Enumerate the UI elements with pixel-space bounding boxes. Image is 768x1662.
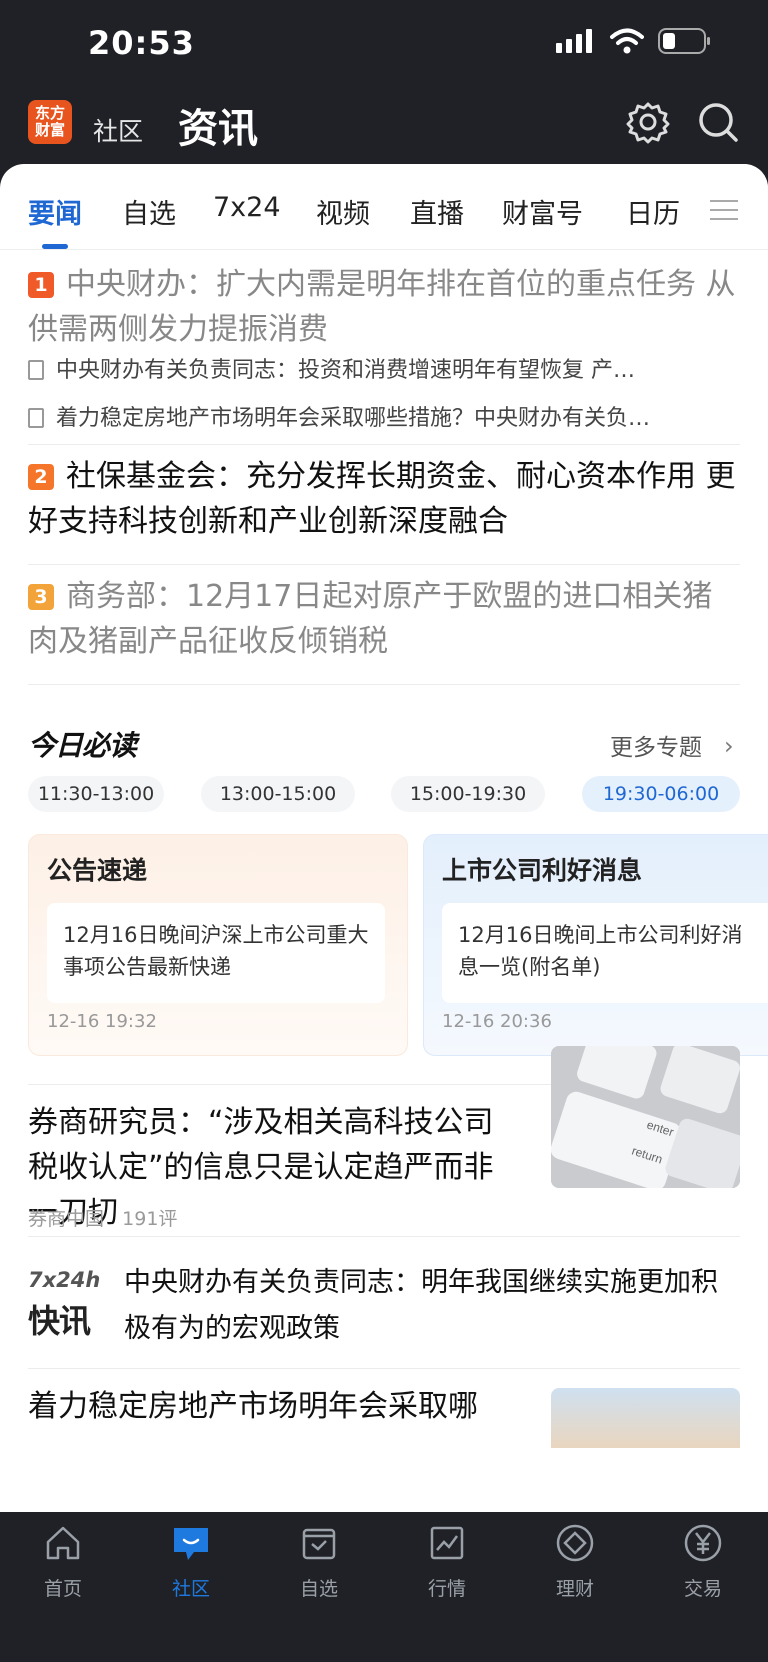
article-2-image[interactable] — [551, 1388, 740, 1448]
search-icon[interactable] — [696, 100, 740, 144]
tab-video[interactable]: 视频 — [316, 192, 370, 231]
article-comments: 191评 — [122, 1208, 178, 1230]
rank-badge-2: 2 — [28, 464, 54, 490]
bottom-nav: 首页 社区 自选 行情 理财 交易 — [0, 1512, 768, 1662]
tab-7x24[interactable]: 7x24 — [213, 192, 281, 223]
bag-check-icon — [302, 1528, 336, 1560]
card-title: 上市公司利好消息 — [442, 856, 643, 885]
sub-text: 中央财办有关负责同志：投资和消费增速明年有望恢复 产… — [56, 358, 635, 383]
app-logo[interactable]: 东方财富 — [28, 100, 72, 144]
article-source: 券商中国 — [28, 1208, 105, 1230]
tab-headlines[interactable]: 要闻 — [28, 192, 82, 231]
nav-trade[interactable]: 交易 — [653, 1522, 753, 1601]
divider — [28, 564, 740, 565]
tab-calendar[interactable]: 日历 — [626, 192, 680, 231]
divider — [28, 444, 740, 445]
nav-community[interactable]: 社区 — [141, 1522, 241, 1601]
nav-finance[interactable]: 理财 — [525, 1522, 625, 1601]
tab-fortune[interactable]: 财富号 — [502, 192, 583, 231]
tab-watchlist[interactable]: 自选 — [122, 192, 176, 231]
time-slot-3[interactable]: 15:00-19:30 — [391, 776, 545, 812]
nav-label: 行情 — [427, 1578, 466, 1600]
good-news-card[interactable]: 上市公司利好消息 12月16日晚间上市公司利好消息一览(附名单) 12-16 2… — [423, 834, 768, 1056]
today-must-read-title: 今日必读 — [28, 729, 137, 762]
tab-menu-icon[interactable] — [710, 200, 738, 227]
time-slot-2[interactable]: 13:00-15:00 — [201, 776, 355, 812]
app-screen: { "status_bar": {"time": "20:53"}, "head… — [0, 0, 768, 1662]
signal-icon — [556, 29, 592, 53]
tab-live[interactable]: 直播 — [410, 192, 464, 231]
headline-3[interactable]: 3 商务部：12月17日起对原产于欧盟的进口相关猪肉及猪副产品征收反倾销税 — [28, 574, 740, 664]
divider — [28, 1368, 740, 1369]
nav-label: 交易 — [683, 1578, 722, 1600]
card-title: 公告速递 — [47, 856, 148, 885]
headline-1-sub-1[interactable]: 中央财办有关负责同志：投资和消费增速明年有望恢复 产… — [28, 352, 740, 384]
chart-icon — [430, 1526, 464, 1560]
battery-icon — [658, 28, 710, 54]
status-icons — [556, 28, 712, 54]
headline-2[interactable]: 2 社保基金会：充分发挥长期资金、耐心资本作用 更好支持科技创新和产业创新深度融合 — [28, 454, 740, 544]
document-icon — [28, 408, 44, 428]
yen-icon — [684, 1524, 722, 1562]
flash-logo: 快讯 — [28, 1302, 91, 1340]
divider — [28, 1236, 740, 1237]
nav-label: 自选 — [299, 1578, 338, 1600]
app-header: 东方财富 社区 资讯 — [0, 90, 768, 162]
sub-text: 着力稳定房地产市场明年会采取哪些措施？中央财办有关负… — [56, 406, 651, 431]
chevron-right-icon[interactable]: › — [724, 732, 734, 760]
headline-1-title: 中央财办：扩大内需是明年排在首位的重点任务 从供需两侧发力提振消费 — [28, 267, 736, 347]
headline-3-title: 商务部：12月17日起对原产于欧盟的进口相关猪肉及猪副产品征收反倾销税 — [28, 579, 713, 659]
time-slot-1[interactable]: 11:30-13:00 — [28, 776, 164, 812]
nav-label: 首页 — [43, 1578, 82, 1600]
article-1-image[interactable]: enter return — [551, 1046, 740, 1188]
card-body: 12月16日晚间沪深上市公司重大事项公告最新快递 — [47, 903, 385, 1003]
announcement-card[interactable]: 公告速递 12月16日晚间沪深上市公司重大事项公告最新快递 12-16 19:3… — [28, 834, 408, 1056]
nav-label: 社区 — [171, 1578, 210, 1600]
flash-title[interactable]: 中央财办有关负责同志：明年我国继续实施更加积极有为的宏观政策 — [124, 1260, 740, 1352]
page-title[interactable]: 资讯 — [178, 96, 258, 154]
divider — [28, 684, 740, 685]
headline-2-title: 社保基金会：充分发挥长期资金、耐心资本作用 更好支持科技创新和产业创新深度融合 — [28, 459, 736, 539]
status-time: 20:53 — [88, 24, 195, 62]
time-slot-4[interactable]: 19:30-06:00 — [582, 776, 740, 812]
flash-tag: 7x24h — [28, 1268, 101, 1292]
card-time: 12-16 19:32 — [47, 1011, 157, 1032]
document-icon — [28, 360, 44, 380]
rank-badge-1: 1 — [28, 272, 54, 298]
community-label[interactable]: 社区 — [93, 112, 143, 148]
more-topics-link[interactable]: 更多专题 — [610, 728, 702, 762]
tab-bar: 要闻 自选 7x24 视频 直播 财富号 日历 — [0, 164, 768, 250]
headline-1[interactable]: 1 中央财办：扩大内需是明年排在首位的重点任务 从供需两侧发力提振消费 — [28, 262, 740, 352]
home-icon — [46, 1526, 80, 1560]
status-bar: 20:53 — [0, 0, 768, 90]
card-body: 12月16日晚间上市公司利好消息一览(附名单) — [442, 903, 768, 1003]
headline-1-sub-2[interactable]: 着力稳定房地产市场明年会采取哪些措施？中央财办有关负… — [28, 400, 740, 432]
keyboard-image: enter return — [551, 1046, 740, 1188]
card-time: 12-16 20:36 — [442, 1011, 552, 1032]
article-2-title[interactable]: 着力稳定房地产市场明年会采取哪 — [28, 1384, 518, 1429]
rank-badge-3: 3 — [28, 584, 54, 610]
article-1-meta: 券商中国 191评 — [28, 1204, 177, 1231]
settings-gear-icon[interactable] — [626, 100, 670, 144]
diamond-icon — [556, 1524, 594, 1562]
nav-watchlist[interactable]: 自选 — [269, 1522, 369, 1601]
nav-market[interactable]: 行情 — [397, 1522, 497, 1601]
tab-active-indicator — [42, 244, 68, 249]
chat-bubble-icon — [174, 1528, 208, 1560]
nav-home[interactable]: 首页 — [13, 1522, 113, 1601]
wifi-icon — [610, 28, 644, 54]
content-area: 要闻 自选 7x24 视频 直播 财富号 日历 1 中央财办：扩大内需是明年排在首… — [0, 164, 768, 1512]
nav-label: 理财 — [555, 1578, 594, 1600]
